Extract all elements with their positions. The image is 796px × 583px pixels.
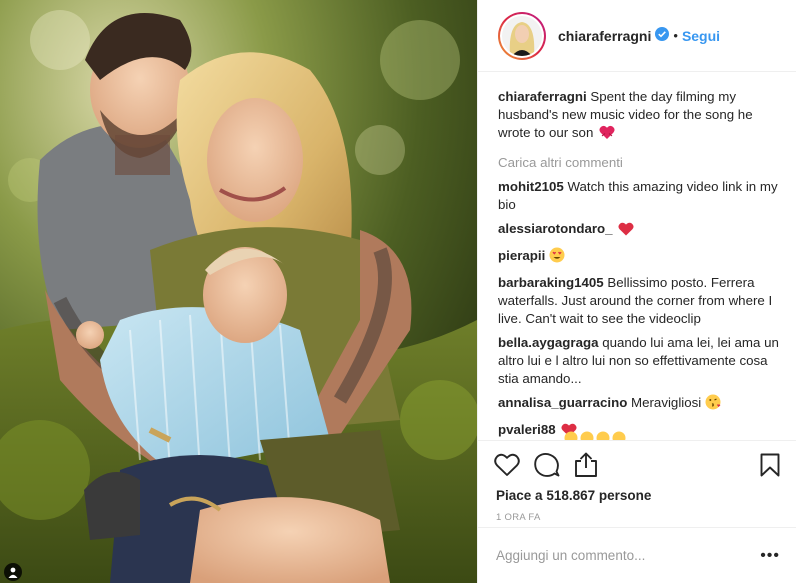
comments-list[interactable]: chiaraferragni Spent the day filming my … <box>478 72 796 440</box>
share-icon[interactable] <box>574 447 610 483</box>
load-more-comments-button[interactable]: Carica altri commenti <box>498 155 780 170</box>
header-separator: • <box>673 28 678 43</box>
post-photo[interactable] <box>0 0 477 583</box>
like-heart-icon[interactable] <box>494 447 530 483</box>
heart-icon <box>599 125 615 145</box>
comment-username[interactable]: bella.aygagraga <box>498 335 599 350</box>
follow-button[interactable]: Segui <box>682 28 720 44</box>
avatar[interactable] <box>498 11 546 60</box>
list-item: pierapii <box>498 247 780 268</box>
bookmark-icon[interactable] <box>744 447 780 483</box>
list-item: mohit2105 Watch this amazing video link … <box>498 178 780 214</box>
kiss-emoji-icon <box>705 394 721 415</box>
caption: chiaraferragni Spent the day filming my … <box>498 88 780 145</box>
tagged-users-icon[interactable] <box>4 563 22 581</box>
cut-off-emojis <box>564 431 626 440</box>
add-comment-input[interactable] <box>496 548 755 563</box>
list-item: barbaraking1405 Bellissimo posto. Ferrer… <box>498 274 780 328</box>
likes-number: 518.867 <box>546 488 596 503</box>
action-icons-row <box>494 441 780 489</box>
heart-eyes-emoji-icon <box>549 247 565 268</box>
post-side-panel: chiaraferragni • Segui chiaraferragni Sp… <box>477 0 796 583</box>
likes-suffix: persone <box>598 488 652 503</box>
header-username[interactable]: chiaraferragni <box>558 28 651 44</box>
instagram-post: chiaraferragni • Segui chiaraferragni Sp… <box>0 0 796 583</box>
comment-username[interactable]: annalisa_guarracino <box>498 395 627 410</box>
comment-icon[interactable] <box>534 447 570 483</box>
list-item: alessiarotondaro_ <box>498 220 780 241</box>
red-heart-icon <box>618 222 634 241</box>
verified-badge-icon <box>655 27 670 44</box>
smiley-emoji-icon <box>596 431 610 440</box>
comment-username[interactable]: mohit2105 <box>498 179 564 194</box>
comment-username[interactable]: alessiarotondaro_ <box>498 221 613 236</box>
post-timestamp: 1 ORA FA <box>496 512 541 523</box>
add-comment-bar: ••• <box>478 527 796 583</box>
post-photo-image <box>0 0 477 583</box>
list-item: annalisa_guarracino Meravigliosi <box>498 394 780 415</box>
post-header: chiaraferragni • Segui <box>478 0 796 72</box>
likes-count[interactable]: Piace a 518.867 persone <box>494 488 780 503</box>
smiley-emoji-icon <box>580 431 594 440</box>
avatar-image <box>502 15 542 56</box>
smiley-emoji-icon <box>612 431 626 440</box>
more-options-icon[interactable]: ••• <box>760 547 780 563</box>
smiley-emoji-icon <box>564 431 578 440</box>
comment-username[interactable]: pvaleri88 <box>498 422 556 437</box>
comment-username[interactable]: pierapii <box>498 248 545 263</box>
likes-label: Piace a <box>496 488 543 503</box>
list-item: bella.aygagraga quando lui ama lei, lei … <box>498 334 780 388</box>
comment-text: Meravigliosi <box>631 395 702 410</box>
comment-username[interactable]: barbaraking1405 <box>498 275 604 290</box>
list-item: pvaleri88 <box>498 421 780 440</box>
caption-username[interactable]: chiaraferragni <box>498 89 587 104</box>
post-actions: Piace a 518.867 persone 1 ORA FA ••• <box>478 440 796 583</box>
